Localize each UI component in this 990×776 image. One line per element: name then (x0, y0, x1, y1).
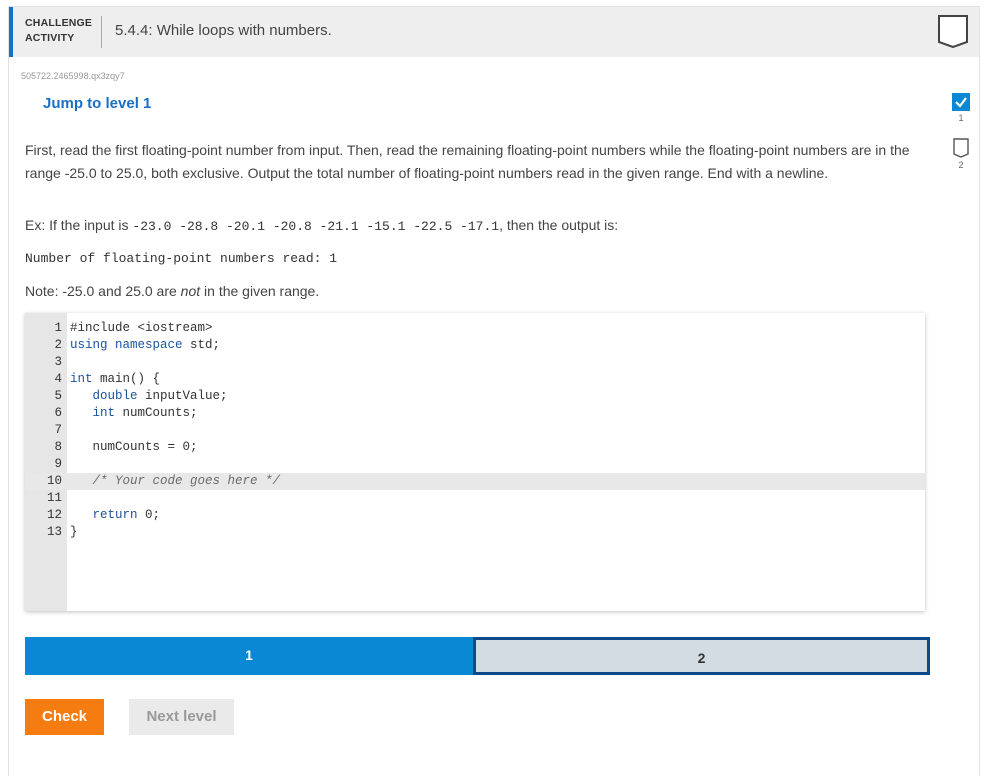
instructions-text: First, read the first floating-point num… (25, 142, 910, 181)
note-text: Note: -25.0 and 25.0 are not in the give… (25, 283, 319, 299)
line-number: 5 (54, 389, 62, 403)
example-suffix: , then the output is: (499, 217, 619, 233)
code-text[interactable]: #include <iostream> (70, 320, 213, 337)
code-text[interactable]: int numCounts; (70, 405, 198, 422)
example-input: -23.0 -28.8 -20.1 -20.8 -21.1 -15.1 -22.… (132, 219, 500, 234)
code-line[interactable]: 10 /* Your code goes here */ (25, 473, 925, 490)
activity-type-line1: CHALLENGE (25, 17, 93, 29)
code-text[interactable]: double inputValue; (70, 388, 228, 405)
level-2-bookmark-icon[interactable] (952, 137, 970, 158)
line-number: 7 (54, 423, 62, 437)
code-line[interactable]: 8 numCounts = 0; (25, 439, 925, 456)
level-1-segment[interactable]: 1 (25, 637, 473, 675)
code-text[interactable]: numCounts = 0; (70, 439, 198, 456)
level-1-number: 1 (958, 113, 964, 123)
level-1-checkbox-checked-icon[interactable] (952, 93, 970, 111)
code-text[interactable]: } (70, 524, 78, 541)
note-emphasis: not (180, 283, 201, 299)
header-accent-bar (9, 7, 13, 57)
code-line[interactable]: 1 #include <iostream> (25, 320, 925, 337)
level-progress-bar: 1 2 (25, 637, 930, 675)
line-number: 13 (46, 525, 62, 539)
note-prefix: Note: -25.0 and 25.0 are (25, 283, 181, 299)
note-suffix: in the given range. (200, 283, 320, 299)
check-button[interactable]: Check (25, 699, 104, 735)
code-line[interactable]: 7 (25, 422, 925, 439)
example-prefix: Ex: If the input is (25, 217, 133, 233)
code-line[interactable]: 9 (25, 456, 925, 473)
activity-type-line2: ACTIVITY (25, 32, 75, 44)
activity-title: 5.4.4: While loops with numbers. (115, 22, 332, 39)
code-line[interactable]: 4 int main() { (25, 371, 925, 388)
line-number: 9 (54, 457, 62, 471)
header-divider (101, 16, 102, 48)
code-line[interactable]: 5 double inputValue; (25, 388, 925, 405)
line-number: 1 (54, 321, 62, 335)
code-line[interactable]: 12 return 0; (25, 507, 925, 524)
code-text[interactable]: int main() { (70, 371, 160, 388)
line-number: 10 (46, 474, 62, 488)
example-output: Number of floating-point numbers read: 1 (25, 251, 338, 266)
line-number: 11 (46, 491, 62, 505)
line-number: 2 (54, 338, 62, 352)
activity-header: CHALLENGE ACTIVITY 5.4.4: While loops wi… (9, 7, 979, 57)
line-number: 12 (46, 508, 62, 522)
code-line[interactable]: 3 (25, 354, 925, 371)
bookmark-icon[interactable] (937, 14, 969, 49)
code-text[interactable]: /* Your code goes here */ (70, 473, 281, 490)
activity-code: 505722.2465998.qx3zqy7 (21, 71, 125, 81)
code-line[interactable]: 11 (25, 490, 925, 507)
next-level-button[interactable]: Next level (129, 699, 234, 735)
line-number: 8 (54, 440, 62, 454)
jump-to-level-link[interactable]: Jump to level 1 (43, 95, 151, 112)
code-editor[interactable]: 1 #include <iostream> 2 using namespace std… (25, 313, 925, 611)
code-line[interactable]: 13} (25, 524, 925, 541)
line-number: 3 (54, 355, 62, 369)
level-2-segment[interactable]: 2 (473, 637, 930, 675)
activity-type-label: CHALLENGE ACTIVITY (25, 16, 92, 46)
challenge-card: CHALLENGE ACTIVITY 5.4.4: While loops wi… (8, 6, 980, 776)
line-number: 4 (54, 372, 62, 386)
example-text: Ex: If the input is -23.0 -28.8 -20.1 -2… (25, 217, 618, 234)
line-number: 6 (54, 406, 62, 420)
code-line[interactable]: 6 int numCounts; (25, 405, 925, 422)
code-line[interactable]: 2 using namespace std; (25, 337, 925, 354)
level-2-number: 2 (958, 160, 964, 170)
code-text[interactable]: return 0; (70, 507, 161, 524)
code-text[interactable]: using namespace std; (70, 337, 220, 354)
